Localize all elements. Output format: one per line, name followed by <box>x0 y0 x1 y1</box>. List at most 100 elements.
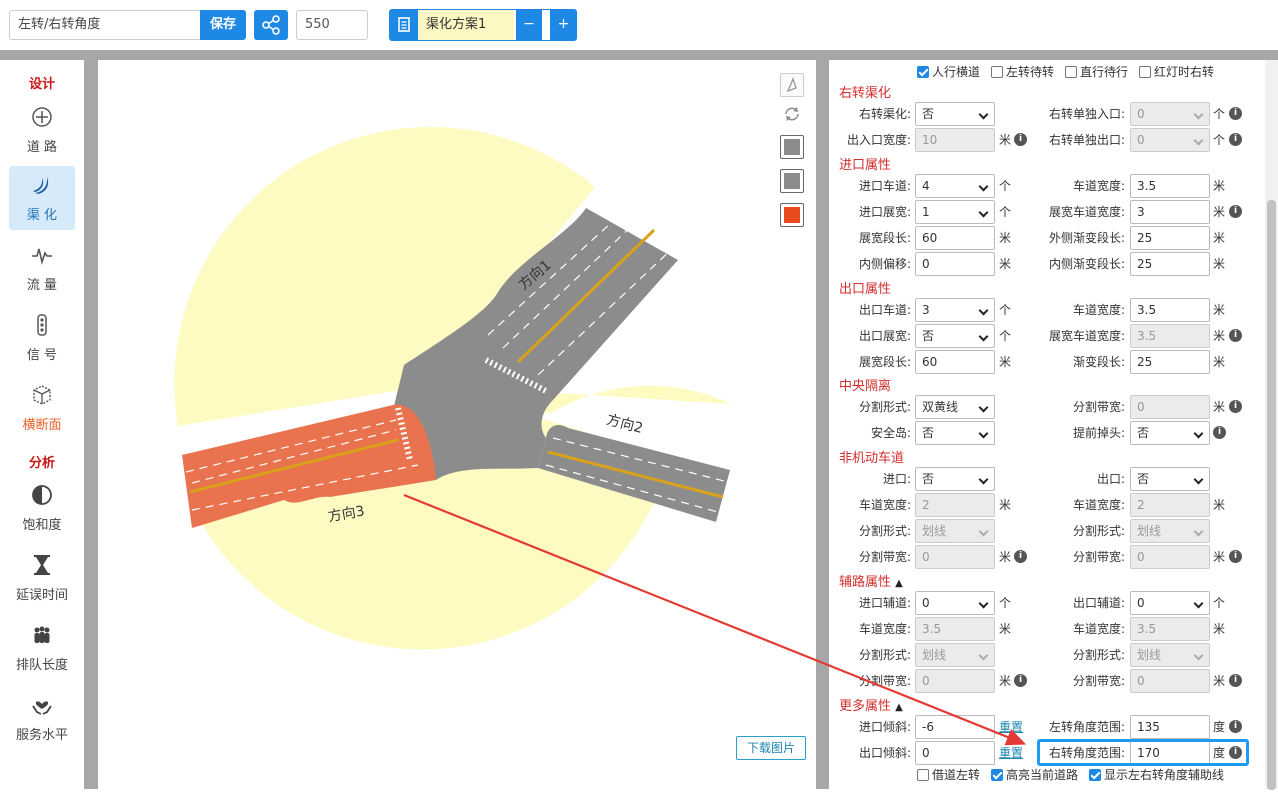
nav-item-road[interactable]: 道 路 <box>9 98 75 162</box>
red-right-checkbox[interactable]: 红灯时右转 <box>1139 64 1214 80</box>
junction-color-swatch[interactable] <box>780 169 804 193</box>
median-type-select[interactable]: 双黄线 <box>915 395 995 419</box>
field-label: 分割形式: <box>858 400 911 414</box>
nav-item-flow[interactable]: 流 量 <box>9 236 75 300</box>
show-angle-lines-checkbox[interactable]: 显示左右转角度辅助线 <box>1089 767 1224 783</box>
intersection-canvas[interactable]: 方向1 方向2 方向3 下载图片 <box>98 60 816 789</box>
entry-skew-input[interactable]: -6 <box>915 715 995 739</box>
field-input[interactable]: 0 <box>1130 545 1210 569</box>
checkbox-checked[interactable] <box>1089 769 1101 781</box>
left-wait-checkbox[interactable]: 左转待转 <box>991 64 1054 80</box>
info-icon[interactable]: i <box>1229 550 1242 563</box>
field-input[interactable]: 60 <box>915 226 995 250</box>
field-input[interactable]: 划线 <box>915 643 995 667</box>
nav-item-service-level[interactable]: 服务水平 <box>9 686 75 750</box>
field-input[interactable]: 3.5 <box>915 617 995 641</box>
field-input[interactable]: 2 <box>915 493 995 517</box>
borrow-left-checkbox[interactable]: 借道左转 <box>917 767 980 783</box>
checkbox-unchecked[interactable] <box>917 769 929 781</box>
field-input[interactable]: 0 <box>915 545 995 569</box>
field-input[interactable]: 0 <box>915 669 995 693</box>
refresh-tool[interactable] <box>780 102 804 126</box>
info-icon[interactable]: i <box>1229 107 1242 120</box>
field-input[interactable]: 3.5 <box>1130 324 1210 348</box>
hands-heart-icon <box>32 701 52 715</box>
field-input[interactable]: 3.5 <box>1130 298 1210 322</box>
highlight-color-swatch[interactable] <box>780 203 804 227</box>
field-input[interactable]: 25 <box>1130 226 1210 250</box>
field-input[interactable]: 划线 <box>915 519 995 543</box>
aux-exit-select[interactable]: 0 <box>1130 591 1210 615</box>
early-uturn-select[interactable]: 否 <box>1130 421 1210 445</box>
auto-layout-tool[interactable] <box>780 73 804 97</box>
number-input[interactable]: 550 <box>296 10 368 40</box>
exit-skew-input[interactable]: 0 <box>915 741 995 765</box>
checkbox-checked[interactable] <box>917 66 929 78</box>
crosswalk-checkbox[interactable]: 人行横道 <box>917 64 980 80</box>
collapse-arrow-icon[interactable]: ▲ <box>895 578 903 589</box>
unit: 米 <box>999 622 1012 636</box>
collapse-arrow-icon[interactable]: ▲ <box>895 702 903 713</box>
remove-scheme-button[interactable]: − <box>516 10 542 40</box>
checkbox-unchecked[interactable] <box>1139 66 1151 78</box>
checkbox-unchecked[interactable] <box>991 66 1003 78</box>
info-icon[interactable]: i <box>1229 205 1242 218</box>
exit-lanes-select[interactable]: 3 <box>915 298 995 322</box>
entry-width-input[interactable]: 10 <box>915 128 995 152</box>
scheme-name-input[interactable]: 左转/右转角度 <box>9 10 201 40</box>
info-icon[interactable]: i <box>1213 426 1226 439</box>
entry-widen-select[interactable]: 1 <box>915 200 995 224</box>
field-input[interactable]: 划线 <box>1130 643 1210 667</box>
checkbox-checked[interactable] <box>991 769 1003 781</box>
left-turn-angle-input[interactable]: 135 <box>1130 715 1210 739</box>
field-input[interactable]: 0 <box>915 252 995 276</box>
safety-island-select[interactable]: 否 <box>915 421 995 445</box>
entry-lanes-select[interactable]: 4 <box>915 174 995 198</box>
unit: 米 <box>1213 329 1226 343</box>
straight-wait-checkbox[interactable]: 直行待行 <box>1065 64 1128 80</box>
nav-item-signal[interactable]: 信 号 <box>9 306 75 370</box>
right-exit-select[interactable]: 0 <box>1130 128 1210 152</box>
aux-entry-select[interactable]: 0 <box>915 591 995 615</box>
divider <box>84 60 98 789</box>
info-icon[interactable]: i <box>1014 674 1027 687</box>
nav-item-saturation[interactable]: 饱和度 <box>9 476 75 540</box>
scroll-thumb[interactable] <box>1267 200 1276 790</box>
add-scheme-button[interactable]: + <box>550 10 577 40</box>
field-input[interactable]: 0 <box>1130 669 1210 693</box>
info-icon[interactable]: i <box>1229 674 1242 687</box>
field-input[interactable]: 划线 <box>1130 519 1210 543</box>
scheme-label[interactable]: 渠化方案1 <box>418 10 514 40</box>
right-entry-select[interactable]: 0 <box>1130 102 1210 126</box>
right-turn-select[interactable]: 否 <box>915 102 995 126</box>
field-input[interactable]: 2 <box>1130 493 1210 517</box>
nonmotor-entry-select[interactable]: 否 <box>915 467 995 491</box>
info-icon[interactable]: i <box>1229 329 1242 342</box>
median-width-input[interactable]: 0 <box>1130 395 1210 419</box>
share-button[interactable] <box>254 10 288 40</box>
info-icon[interactable]: i <box>1014 550 1027 563</box>
road-color-swatch[interactable] <box>780 135 804 159</box>
highlight-road-checkbox[interactable]: 高亮当前道路 <box>991 767 1078 783</box>
nav-item-canalization[interactable]: 渠 化 <box>9 166 75 230</box>
nonmotor-exit-select[interactable]: 否 <box>1130 467 1210 491</box>
field-input[interactable]: 25 <box>1130 252 1210 276</box>
field-input[interactable]: 3.5 <box>1130 174 1210 198</box>
field-input[interactable]: 3.5 <box>1130 617 1210 641</box>
field-input[interactable]: 25 <box>1130 350 1210 374</box>
field-input[interactable]: 3 <box>1130 200 1210 224</box>
download-image-button[interactable]: 下载图片 <box>736 736 806 760</box>
scheme-selector[interactable]: 渠化方案1 − + <box>389 9 577 41</box>
form-row: 分割形式: 划线 分割形式: 划线 <box>829 643 1265 667</box>
panel-scrollbar[interactable] <box>1265 60 1278 790</box>
info-icon[interactable]: i <box>1229 400 1242 413</box>
save-button[interactable]: 保存 <box>200 10 246 40</box>
nav-item-queue[interactable]: 排队长度 <box>9 616 75 680</box>
exit-widen-select[interactable]: 否 <box>915 324 995 348</box>
info-icon[interactable]: i <box>1229 720 1242 733</box>
checkbox-unchecked[interactable] <box>1065 66 1077 78</box>
info-icon[interactable]: i <box>1229 133 1242 146</box>
nav-item-delay[interactable]: 延误时间 <box>9 546 75 610</box>
nav-item-cross-section[interactable]: 横断面 <box>9 376 75 440</box>
field-input[interactable]: 60 <box>915 350 995 374</box>
